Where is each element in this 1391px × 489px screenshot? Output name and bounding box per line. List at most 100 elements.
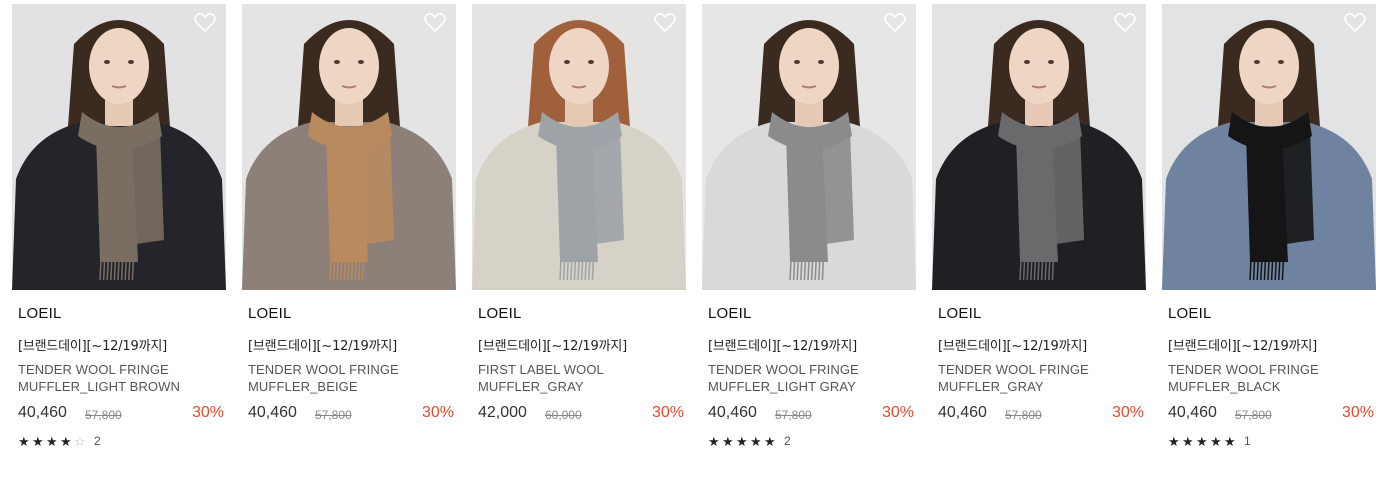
product-card[interactable]: LOEIL [브랜드데이][~12/19까지] TENDER WOOL FRIN…	[12, 4, 226, 464]
product-promo-tag: [브랜드데이][~12/19까지]	[938, 339, 1087, 354]
product-promo-tag: [브랜드데이][~12/19까지]	[1168, 339, 1317, 354]
heart-outline-icon[interactable]	[424, 13, 446, 33]
price-row: 40,460 57,800 30%	[18, 404, 224, 426]
product-card[interactable]: LOEIL [브랜드데이][~12/19까지] TENDER WOOL FRIN…	[242, 4, 456, 464]
discount-rate: 30%	[191, 404, 224, 421]
product-name-line-1: TENDER WOOL FRINGE	[18, 362, 169, 377]
product-name-line-2: MUFFLER_GRAY	[478, 379, 584, 394]
product-name[interactable]: TENDER WOOL FRINGE MUFFLER_LIGHT BROWN	[18, 361, 223, 395]
product-brand[interactable]: LOEIL	[1168, 305, 1212, 322]
product-name-line-2: MUFFLER_GRAY	[938, 379, 1044, 394]
product-name-line-1: TENDER WOOL FRINGE	[1168, 362, 1319, 377]
product-card[interactable]: LOEIL [브랜드데이][~12/19까지] TENDER WOOL FRIN…	[932, 4, 1146, 464]
rating-stars: ★ ★ ★ ★ ★	[708, 435, 778, 448]
price-row: 40,460 57,800 30%	[708, 404, 914, 426]
product-name-line-1: TENDER WOOL FRINGE	[248, 362, 399, 377]
product-name[interactable]: TENDER WOOL FRINGE MUFFLER_GRAY	[938, 361, 1143, 395]
product-card[interactable]: LOEIL [브랜드데이][~12/19까지] FIRST LABEL WOOL…	[472, 4, 686, 464]
heart-outline-icon[interactable]	[194, 13, 216, 33]
star-filled-icon: ★	[736, 433, 748, 449]
product-brand[interactable]: LOEIL	[478, 305, 522, 322]
star-filled-icon: ★	[1196, 433, 1208, 449]
product-name-line-2: MUFFLER_BEIGE	[248, 379, 358, 394]
star-filled-icon: ★	[60, 433, 72, 449]
star-filled-icon: ★	[1210, 433, 1222, 449]
rating: ★ ★ ★ ★ ☆ 2	[18, 433, 101, 449]
product-brand[interactable]: LOEIL	[18, 305, 62, 322]
rating: ★ ★ ★ ★ ★ 2	[708, 433, 791, 449]
model-photo	[12, 4, 226, 290]
star-filled-icon: ★	[750, 433, 762, 449]
product-card[interactable]: LOEIL [브랜드데이][~12/19까지] TENDER WOOL FRIN…	[702, 4, 916, 464]
discount-rate: 30%	[651, 404, 684, 421]
product-image[interactable]	[242, 4, 456, 290]
product-promo-tag: [브랜드데이][~12/19까지]	[18, 339, 167, 354]
product-name-line-1: FIRST LABEL WOOL	[478, 362, 604, 377]
product-brand[interactable]: LOEIL	[708, 305, 752, 322]
review-count: 2	[94, 434, 101, 448]
product-name[interactable]: TENDER WOOL FRINGE MUFFLER_BLACK	[1168, 361, 1373, 395]
product-promo-tag: [브랜드데이][~12/19까지]	[248, 339, 397, 354]
product-name[interactable]: TENDER WOOL FRINGE MUFFLER_LIGHT GRAY	[708, 361, 913, 395]
product-image[interactable]	[12, 4, 226, 290]
price-row: 40,460 57,800 30%	[248, 404, 454, 426]
star-filled-icon: ★	[764, 433, 776, 449]
price-row: 40,460 57,800 30%	[1168, 404, 1374, 426]
product-promo-tag: [브랜드데이][~12/19까지]	[708, 339, 857, 354]
product-name[interactable]: FIRST LABEL WOOL MUFFLER_GRAY	[478, 361, 683, 395]
product-name-line-2: MUFFLER_LIGHT BROWN	[18, 379, 181, 394]
heart-outline-icon[interactable]	[1114, 13, 1136, 33]
star-filled-icon: ★	[1224, 433, 1236, 449]
sale-price: 40,460	[708, 404, 757, 421]
original-price: 60,000	[545, 408, 582, 422]
original-price: 57,800	[1235, 408, 1272, 422]
sale-price: 40,460	[18, 404, 67, 421]
product-name-line-1: TENDER WOOL FRINGE	[708, 362, 859, 377]
star-filled-icon: ★	[1168, 433, 1180, 449]
review-count: 2	[784, 434, 791, 448]
heart-outline-icon[interactable]	[884, 13, 906, 33]
model-photo	[702, 4, 916, 290]
product-promo-tag: [브랜드데이][~12/19까지]	[478, 339, 627, 354]
rating-stars: ★ ★ ★ ★ ★	[1168, 435, 1238, 448]
star-filled-icon: ★	[722, 433, 734, 449]
product-name-line-2: MUFFLER_LIGHT GRAY	[708, 379, 856, 394]
product-card[interactable]: LOEIL [브랜드데이][~12/19까지] TENDER WOOL FRIN…	[1162, 4, 1376, 464]
rating: ★ ★ ★ ★ ★ 1	[1168, 433, 1251, 449]
discount-rate: 30%	[421, 404, 454, 421]
star-filled-icon: ★	[32, 433, 44, 449]
discount-rate: 30%	[1341, 404, 1374, 421]
price-row: 40,460 57,800 30%	[938, 404, 1144, 426]
star-filled-icon: ★	[46, 433, 58, 449]
star-filled-icon: ★	[1182, 433, 1194, 449]
product-brand[interactable]: LOEIL	[938, 305, 982, 322]
sale-price: 40,460	[1168, 404, 1217, 421]
sale-price: 40,460	[248, 404, 297, 421]
product-image[interactable]	[1162, 4, 1376, 290]
product-image[interactable]	[702, 4, 916, 290]
original-price: 57,800	[775, 408, 812, 422]
product-brand[interactable]: LOEIL	[248, 305, 292, 322]
price-row: 42,000 60,000 30%	[478, 404, 684, 426]
product-image[interactable]	[472, 4, 686, 290]
discount-rate: 30%	[881, 404, 914, 421]
original-price: 57,800	[1005, 408, 1042, 422]
original-price: 57,800	[315, 408, 352, 422]
heart-outline-icon[interactable]	[1344, 13, 1366, 33]
star-empty-icon: ☆	[74, 433, 86, 449]
rating-stars: ★ ★ ★ ★ ☆	[18, 435, 88, 448]
model-photo	[932, 4, 1146, 290]
product-name[interactable]: TENDER WOOL FRINGE MUFFLER_BEIGE	[248, 361, 453, 395]
product-name-line-1: TENDER WOOL FRINGE	[938, 362, 1089, 377]
original-price: 57,800	[85, 408, 122, 422]
star-filled-icon: ★	[708, 433, 720, 449]
product-name-line-2: MUFFLER_BLACK	[1168, 379, 1281, 394]
discount-rate: 30%	[1111, 404, 1144, 421]
model-photo	[472, 4, 686, 290]
heart-outline-icon[interactable]	[654, 13, 676, 33]
sale-price: 40,460	[938, 404, 987, 421]
product-grid: LOEIL [브랜드데이][~12/19까지] TENDER WOOL FRIN…	[12, 4, 1382, 464]
product-image[interactable]	[932, 4, 1146, 290]
star-filled-icon: ★	[18, 433, 30, 449]
review-count: 1	[1244, 434, 1251, 448]
